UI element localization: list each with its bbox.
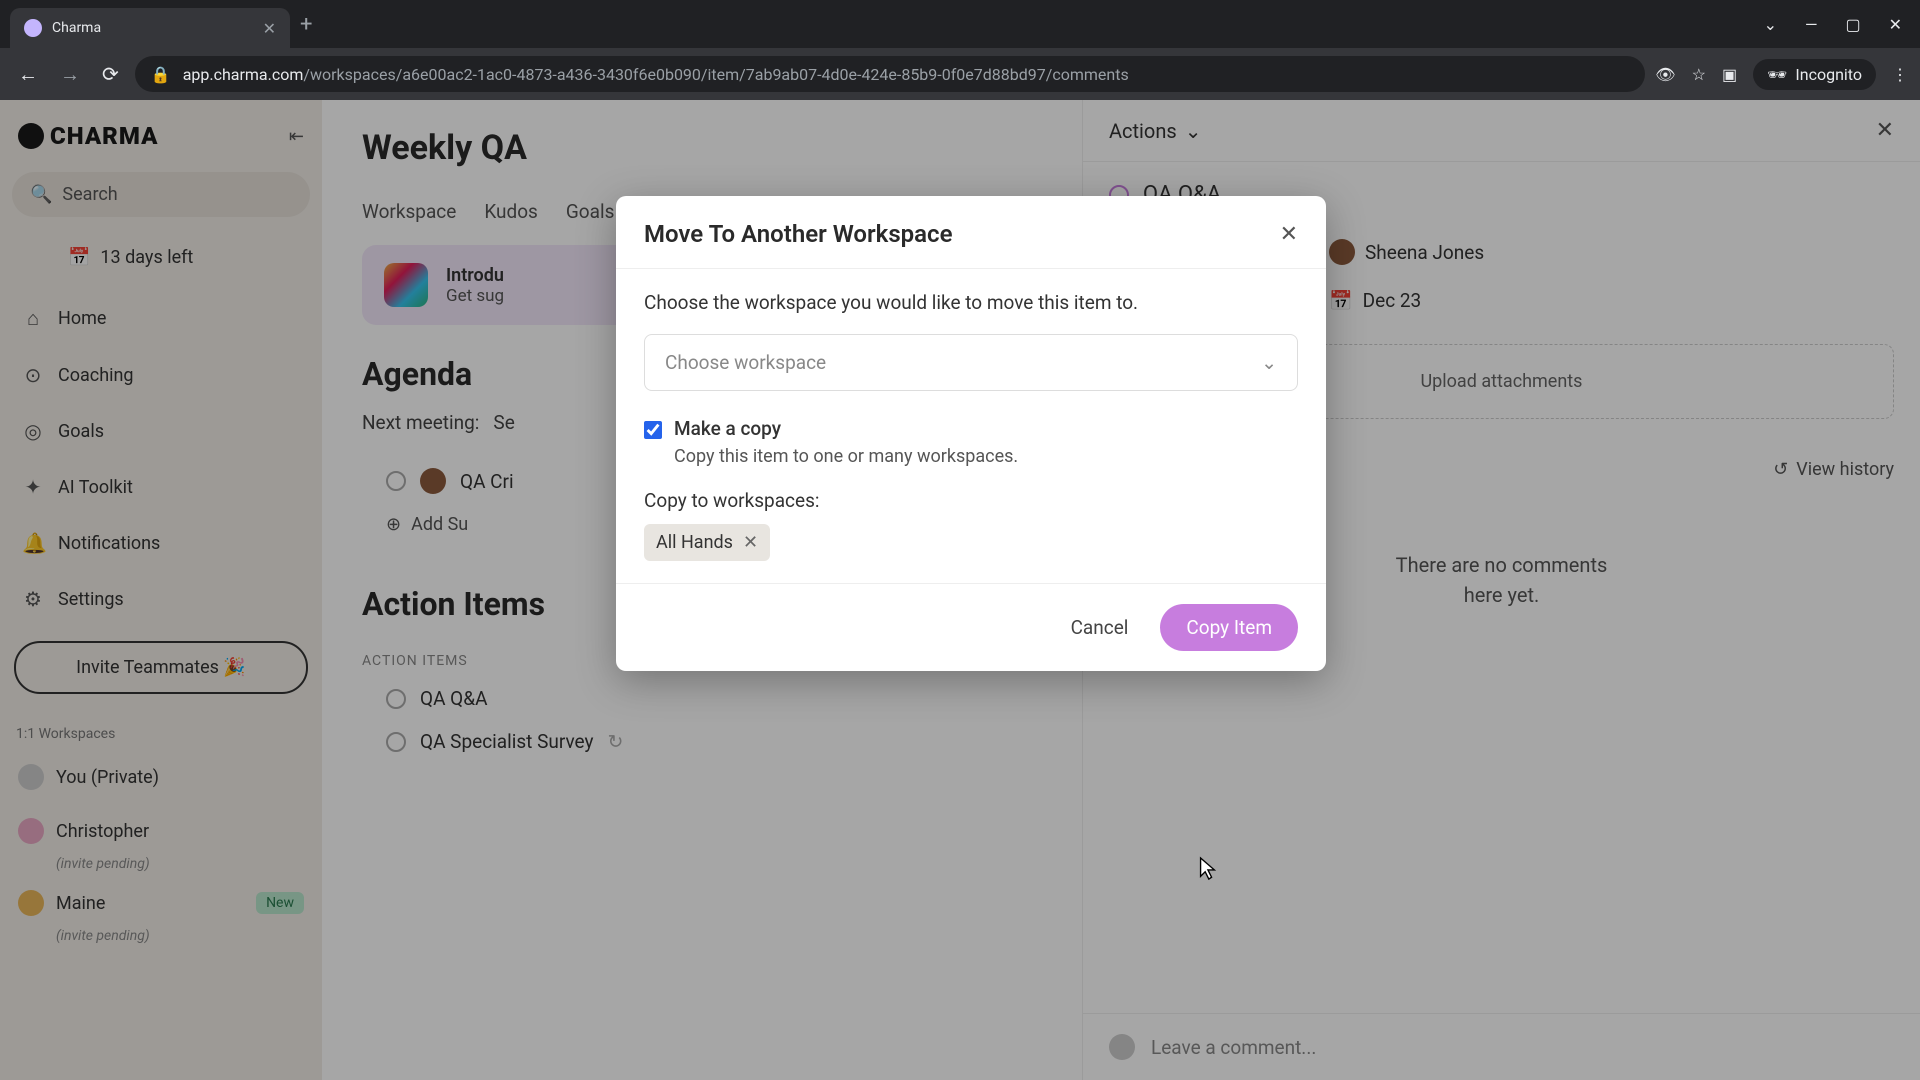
tab-favicon [24, 19, 42, 37]
copy-item-button[interactable]: Copy Item [1160, 604, 1298, 651]
chip-label: All Hands [656, 532, 733, 553]
move-workspace-modal: Move To Another Workspace ✕ Choose the w… [616, 196, 1326, 671]
maximize-icon[interactable]: ▢ [1845, 15, 1860, 34]
minimize-icon[interactable]: — [1805, 15, 1818, 34]
tabs-dropdown-icon[interactable]: ⌄ [1764, 15, 1777, 34]
url-path: /workspaces/a6e00ac2-1ac0-4873-a436-3430… [303, 65, 1128, 84]
workspace-chip: All Hands ✕ [644, 524, 770, 561]
lock-icon: 🔒 [151, 65, 171, 84]
make-copy-description: Copy this item to one or many workspaces… [644, 446, 1298, 467]
chevron-down-icon: ⌄ [1261, 351, 1277, 374]
mouse-cursor [1196, 856, 1218, 882]
tab-close-icon[interactable]: ✕ [263, 19, 276, 38]
modal-close-icon[interactable]: ✕ [1280, 222, 1298, 247]
kebab-menu-icon[interactable]: ⋮ [1892, 65, 1908, 84]
browser-tab[interactable]: Charma ✕ [10, 8, 290, 48]
make-copy-label[interactable]: Make a copy [674, 417, 781, 440]
eye-off-icon[interactable]: 👁 [1655, 65, 1675, 84]
back-button[interactable]: ← [12, 56, 44, 93]
browser-tabstrip: Charma ✕ + ⌄ — ▢ ✕ [0, 0, 1920, 48]
modal-title: Move To Another Workspace [644, 220, 952, 248]
reload-button[interactable]: ⟳ [96, 56, 125, 92]
forward-button[interactable]: → [54, 56, 86, 93]
chip-remove-icon[interactable]: ✕ [743, 532, 758, 553]
close-window-icon[interactable]: ✕ [1889, 15, 1902, 34]
tab-title: Charma [52, 20, 253, 36]
incognito-icon: 🕶 [1767, 65, 1787, 84]
window-controls: ⌄ — ▢ ✕ [1764, 15, 1920, 34]
copy-to-label: Copy to workspaces: [644, 489, 1298, 512]
incognito-label: Incognito [1795, 65, 1862, 84]
browser-toolbar: ← → ⟳ 🔒 app.charma.com/workspaces/a6e00a… [0, 48, 1920, 100]
workspace-select[interactable]: Choose workspace ⌄ [644, 334, 1298, 391]
cancel-button[interactable]: Cancel [1063, 606, 1137, 649]
new-tab-button[interactable]: + [300, 12, 312, 37]
panel-icon[interactable]: ▣ [1722, 65, 1737, 84]
star-icon[interactable]: ☆ [1692, 65, 1706, 84]
make-copy-checkbox[interactable] [644, 421, 662, 439]
modal-description: Choose the workspace you would like to m… [644, 291, 1298, 314]
incognito-badge[interactable]: 🕶 Incognito [1753, 59, 1876, 90]
url-host: app.charma.com [183, 65, 304, 84]
select-placeholder: Choose workspace [665, 351, 826, 374]
address-bar[interactable]: 🔒 app.charma.com/workspaces/a6e00ac2-1ac… [135, 56, 1646, 92]
